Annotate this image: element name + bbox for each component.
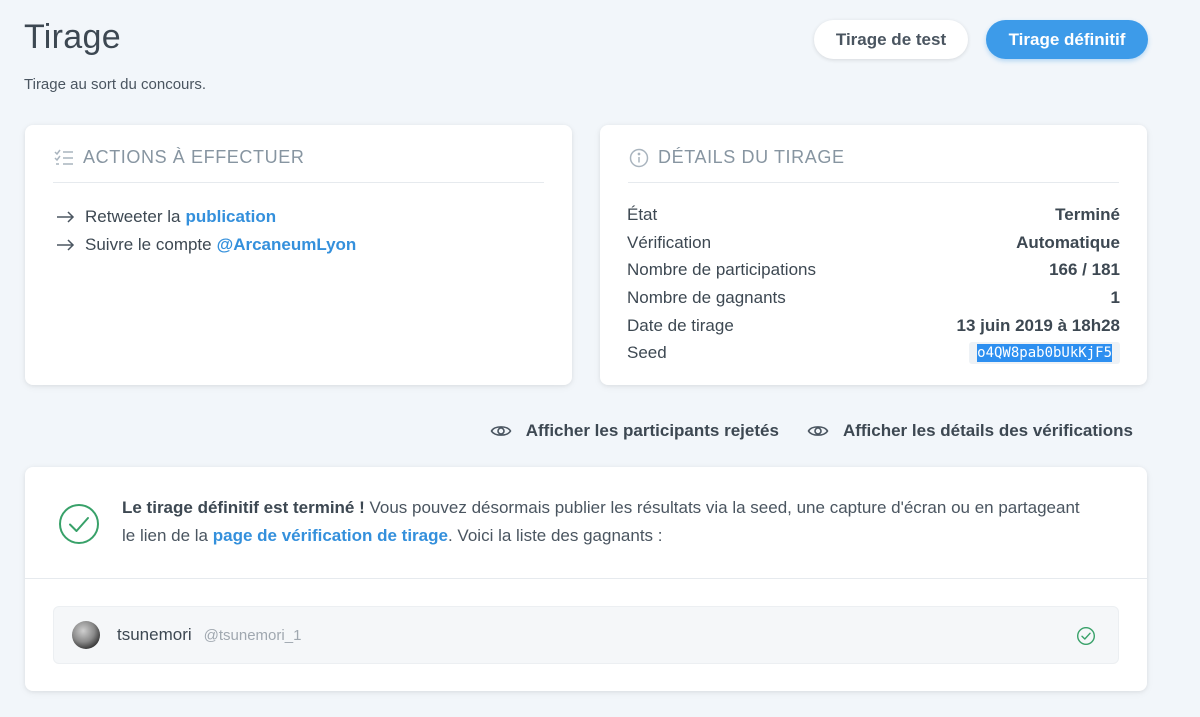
checklist-icon [54,149,73,165]
result-card: Le tirage définitif est terminé ! Vous p… [25,467,1147,691]
details-table: État Terminé Vérification Automatique No… [627,201,1120,367]
page-title: Tirage [24,18,121,56]
seed-value[interactable]: o4QW8pab0bUkKjF5 [969,342,1120,365]
actions-card-header: ACTIONS À EFFECTUER [53,145,544,183]
arrow-right-icon [57,211,75,223]
toggle-links: Afficher les participants rejetés Affich… [462,421,1133,441]
account-link[interactable]: @ArcaneumLyon [217,235,357,255]
show-verifications-label: Afficher les détails des vérifications [842,421,1133,440]
action-list: Retweeter la publication Suivre le compt… [55,203,356,259]
avatar [72,621,100,649]
detail-row-state: État Terminé [627,201,1120,229]
check-circle-icon [1076,626,1096,646]
detail-label: Date de tirage [627,315,734,335]
arrow-right-icon [57,239,75,251]
check-circle-icon [59,504,99,544]
detail-row-date: Date de tirage 13 juin 2019 à 18h28 [627,312,1120,340]
details-card-title: DÉTAILS DU TIRAGE [658,147,845,167]
detail-value: Automatique [1016,232,1120,252]
detail-label: Nombre de gagnants [627,287,786,307]
final-draw-button[interactable]: Tirage définitif [986,20,1148,59]
detail-label: Vérification [627,232,712,252]
detail-value: 1 [1110,287,1120,307]
page: Tirage Tirage au sort du concours. Tirag… [0,0,1200,717]
result-message-text-end: . Voici la liste des gagnants : [447,526,663,545]
details-card-header: DÉTAILS DU TIRAGE [628,145,1119,183]
detail-row-winners-count: Nombre de gagnants 1 [627,284,1120,312]
details-card: DÉTAILS DU TIRAGE État Terminé Vérificat… [600,125,1147,385]
show-rejected-link[interactable]: Afficher les participants rejetés [490,421,779,441]
winner-item: tsunemori @tsunemori_1 [53,606,1119,664]
actions-card-title: ACTIONS À EFFECTUER [83,147,305,167]
detail-label: État [627,204,658,224]
verification-page-link[interactable]: page de vérification de tirage [213,526,448,545]
detail-label: Seed [627,343,667,363]
result-message-strong: Le tirage définitif est terminé ! [122,498,365,517]
action-item-follow: Suivre le compte @ArcaneumLyon [55,231,356,259]
detail-row-participations: Nombre de participations 166 / 181 [627,256,1120,284]
show-verifications-link[interactable]: Afficher les détails des vérifications [807,421,1133,441]
result-message: Le tirage définitif est terminé ! Vous p… [122,494,1087,550]
action-text: Suivre le compte [85,235,212,254]
winner-handle[interactable]: @tsunemori_1 [204,627,302,644]
test-draw-button[interactable]: Tirage de test [814,20,968,59]
detail-value: 166 / 181 [1049,260,1120,280]
seed-text-selected[interactable]: o4QW8pab0bUkKjF5 [977,344,1112,363]
info-icon [629,148,649,168]
eye-icon [490,426,512,436]
divider [25,578,1147,579]
publication-link[interactable]: publication [185,207,276,227]
action-text: Retweeter la [85,207,181,226]
detail-label: Nombre de participations [627,260,816,280]
detail-row-seed: Seed o4QW8pab0bUkKjF5 [627,339,1120,367]
page-subtitle: Tirage au sort du concours. [24,76,207,93]
show-rejected-label: Afficher les participants rejetés [525,421,779,440]
detail-value: Terminé [1055,204,1120,224]
winner-name: tsunemori [117,625,192,644]
eye-icon [807,426,829,436]
action-item-retweet: Retweeter la publication [55,203,356,231]
actions-card: ACTIONS À EFFECTUER Retweeter la publica… [25,125,572,385]
detail-row-verification: Vérification Automatique [627,229,1120,257]
detail-value: 13 juin 2019 à 18h28 [956,315,1121,335]
